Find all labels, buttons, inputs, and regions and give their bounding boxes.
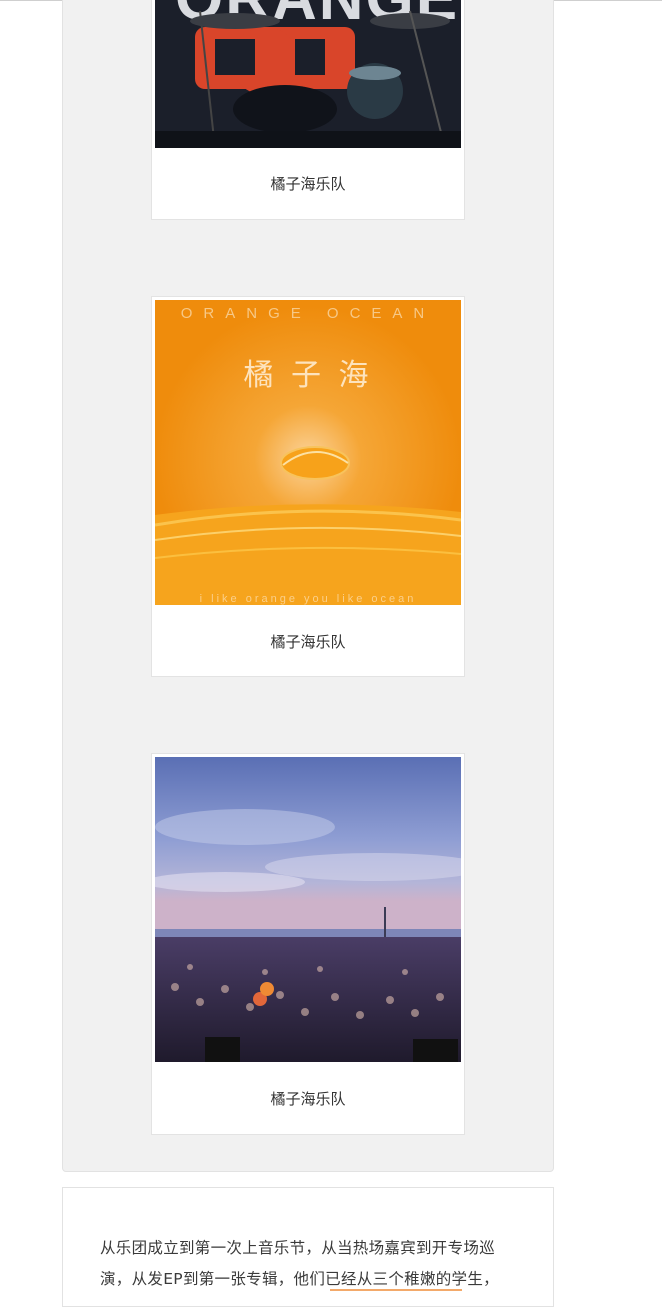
card-caption: 橘子海乐队 <box>270 175 346 193</box>
article-paragraph: 从乐团成立到第一次上音乐节，从当热场嘉宾到开专场巡演，从发EP到第一张专辑，他们… <box>100 1239 499 1288</box>
album-cover[interactable]: ORANGE OCEAN 橘 子 海 i like orange you lik… <box>155 300 461 605</box>
cover-title: 橘 子 海 <box>243 358 372 393</box>
card-caption: 橘子海乐队 <box>270 633 346 651</box>
gallery-card[interactable]: ORANGE OCEAN 橘 子 海 i like orange you lik… <box>151 296 465 677</box>
band-stage-photo[interactable]: ORANGE OCEAN <box>155 0 461 148</box>
cover-top-text: ORANGE OCEAN <box>181 305 436 322</box>
card-caption: 橘子海乐队 <box>270 1090 346 1108</box>
gallery-card[interactable]: ORANGE OCEAN 橘子海乐队 <box>151 0 465 220</box>
gallery-card[interactable]: 橘子海乐队 <box>151 753 465 1135</box>
cover-bottom-text: i like orange you like ocean <box>200 593 417 605</box>
highlight-underline <box>330 1289 462 1291</box>
crowd-beach-photo[interactable] <box>155 757 461 1062</box>
article-text-panel: 从乐团成立到第一次上音乐节，从当热场嘉宾到开专场巡演，从发EP到第一张专辑，他们… <box>62 1187 554 1307</box>
